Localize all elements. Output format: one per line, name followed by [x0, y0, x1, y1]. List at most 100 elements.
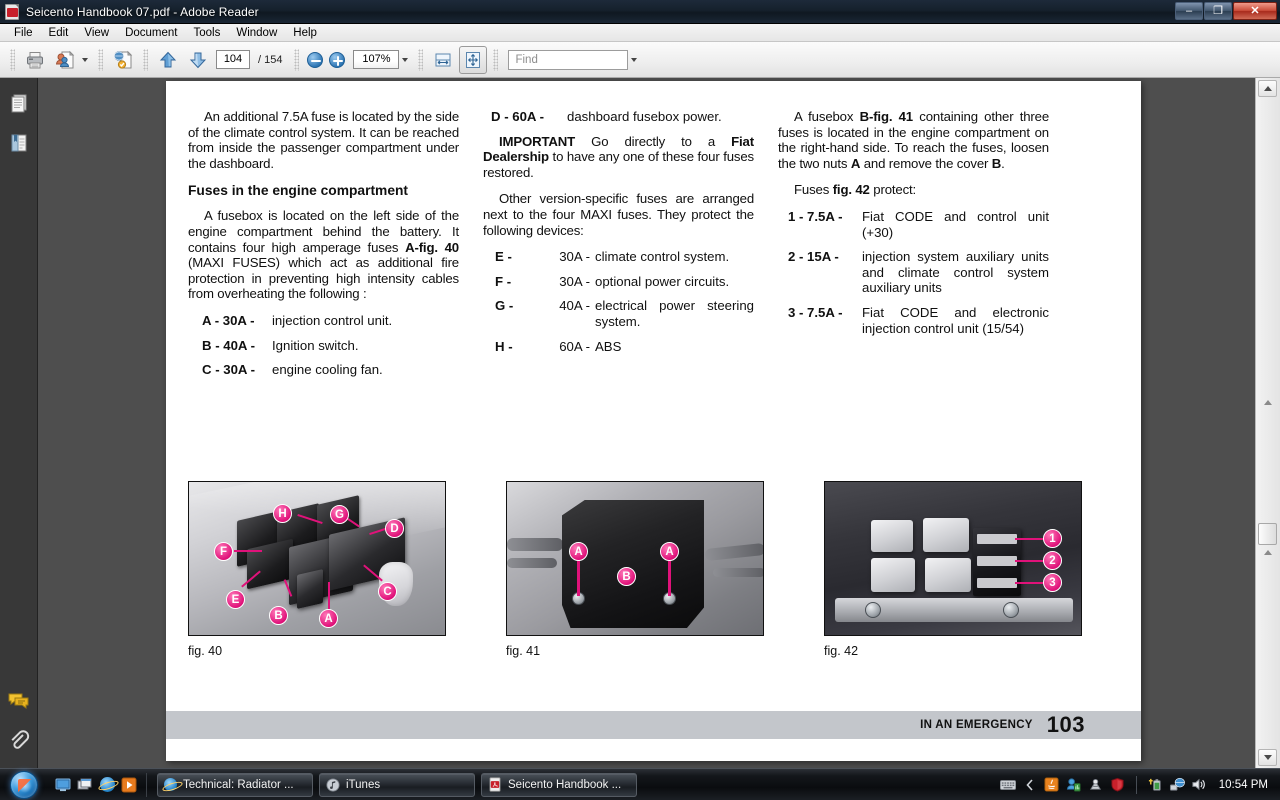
find-input[interactable]: Find	[508, 49, 629, 70]
power-battery-icon[interactable]	[1147, 777, 1163, 793]
arrow-down-icon	[189, 52, 207, 68]
email-document-button[interactable]	[51, 46, 79, 74]
share-document-icon	[55, 50, 75, 68]
fit-page-icon	[466, 51, 481, 68]
attach-web-document-icon	[113, 50, 133, 69]
taskbar-item-ie[interactable]: Technical: Radiator ...	[157, 772, 313, 797]
minimize-button[interactable]: –	[1175, 2, 1203, 20]
maximize-button[interactable]: ❐	[1204, 2, 1232, 20]
mcafee-shield-icon[interactable]	[1110, 777, 1126, 793]
internet-explorer-icon[interactable]	[98, 776, 116, 794]
menu-help[interactable]: Help	[285, 26, 325, 40]
menu-window[interactable]: Window	[228, 26, 285, 40]
show-desktop-icon[interactable]	[54, 776, 72, 794]
scroll-up-button[interactable]	[1258, 80, 1277, 97]
zoom-dropdown-caret[interactable]	[402, 57, 409, 62]
fuse-item: 2 - 15A - injection system auxiliary uni…	[778, 249, 1049, 296]
page-number-input[interactable]: 104	[216, 50, 250, 69]
fuse-item: 1 - 7.5A - Fiat CODE and control unit (+…	[778, 209, 1049, 240]
toolbar-grip[interactable]	[10, 48, 15, 71]
close-button[interactable]: ✕	[1233, 2, 1277, 20]
attach-web-document-button[interactable]	[109, 46, 137, 74]
start-button[interactable]	[2, 770, 46, 800]
vertical-scrollbar[interactable]	[1255, 78, 1280, 768]
fuse-desc: Fiat CODE and electronic injection contr…	[862, 304, 1049, 336]
toolbar-grip-4[interactable]	[294, 48, 300, 71]
scroll-prev-page-icon[interactable]	[1261, 398, 1274, 407]
col1-p2-c: (MAXI FUSES) which act as additional fir…	[188, 255, 459, 302]
fuse-key: 3 - 7.5A -	[788, 304, 843, 320]
attachments-panel-icon[interactable]	[6, 728, 32, 754]
menu-document[interactable]: Document	[117, 26, 185, 40]
comments-panel-icon[interactable]	[6, 688, 32, 714]
column-2: D - 60A - dashboard fusebox power. IMPOR…	[483, 109, 766, 387]
document-viewport[interactable]: An additional 7.5A fuse is located by th…	[38, 78, 1255, 768]
figure-41: A A B P4Q01032 fig. 41	[506, 481, 801, 658]
pages-panel-icon[interactable]	[6, 90, 32, 116]
zoom-out-button[interactable]	[307, 51, 324, 68]
toolbar-grip-2[interactable]	[98, 48, 103, 71]
taskbar-task-list: Technical: Radiator ... iTunes Seicento …	[147, 772, 637, 797]
col1-p2-bold: A-fig. 40	[405, 239, 459, 255]
figure-marker: A	[660, 542, 679, 561]
taskbar-item-adobe-reader[interactable]: Seicento Handbook ...	[481, 772, 637, 797]
figure-41-image: A A B P4Q01032	[506, 481, 764, 636]
print-button[interactable]	[21, 46, 49, 74]
toolbar-grip-6[interactable]	[493, 48, 499, 71]
column-1: An additional 7.5A fuse is located by th…	[188, 109, 471, 387]
fuse-key: F -	[495, 273, 512, 289]
col3-bold-fig41: B-fig. 41	[859, 109, 914, 124]
menu-file[interactable]: File	[6, 26, 41, 40]
scroll-down-button[interactable]	[1258, 749, 1277, 766]
network-monitor-icon[interactable]	[1066, 777, 1082, 793]
col3-p-d: .	[1001, 155, 1005, 171]
menu-tools[interactable]: Tools	[186, 26, 229, 40]
col3-intro-bold: fig. 42	[832, 182, 870, 198]
figure-marker: A	[569, 542, 588, 561]
fuse-desc: injection system auxiliary units and cli…	[862, 249, 1049, 296]
show-hidden-icons-icon[interactable]	[1022, 777, 1038, 793]
fuse-amp: 30A -	[559, 273, 590, 289]
fit-width-button[interactable]	[429, 46, 457, 74]
network-icon[interactable]	[1169, 777, 1185, 793]
next-page-button[interactable]	[184, 46, 212, 74]
bookmarks-panel-icon[interactable]	[6, 130, 32, 156]
toolbar-grip-5[interactable]	[418, 48, 424, 71]
scrollbar-thumb[interactable]	[1258, 523, 1277, 545]
fuse-desc: engine cooling fan.	[272, 362, 383, 378]
fuse-amp: 60A -	[559, 338, 590, 354]
fuse-key: A - 30A -	[202, 312, 255, 328]
menu-edit[interactable]: Edit	[41, 26, 77, 40]
fuse-desc: climate control system.	[595, 249, 730, 265]
zoom-in-button[interactable]	[329, 51, 346, 68]
fit-page-button[interactable]	[459, 45, 488, 74]
figure-marker: B	[269, 606, 288, 625]
switch-windows-icon[interactable]	[76, 776, 94, 794]
figure-marker: E	[226, 590, 245, 609]
figure-caption: fig. 40	[188, 644, 223, 658]
fusebox-cover	[562, 500, 704, 628]
taskbar-clock[interactable]: 10:54 PM	[1213, 779, 1272, 791]
fuse-item: C - 30A - engine cooling fan.	[188, 362, 459, 378]
fuse-desc: injection control unit.	[272, 312, 393, 328]
utility-icon[interactable]	[1088, 777, 1104, 793]
menu-view[interactable]: View	[76, 26, 117, 40]
java-icon[interactable]	[1044, 777, 1060, 793]
taskbar-item-itunes[interactable]: iTunes	[319, 772, 475, 797]
media-player-icon[interactable]	[120, 776, 138, 794]
previous-page-button[interactable]	[154, 46, 182, 74]
zoom-level-input[interactable]: 107%	[353, 50, 400, 69]
system-tray: 10:54 PM	[999, 772, 1280, 798]
page-footer-band: IN AN EMERGENCY 103	[166, 711, 1141, 739]
toolbar-grip-3[interactable]	[143, 48, 148, 71]
col3-paragraph: A fusebox B-fig. 41 containing other thr…	[778, 109, 1049, 171]
volume-icon[interactable]	[1191, 777, 1207, 793]
email-dropdown-caret[interactable]	[82, 57, 88, 62]
col3-p-c: and remove the cover	[860, 155, 992, 171]
scroll-next-page-icon[interactable]	[1261, 548, 1274, 557]
keyboard-icon[interactable]	[999, 777, 1016, 793]
taskbar-item-label: Technical: Radiator ...	[183, 778, 294, 791]
find-dropdown-caret[interactable]	[631, 57, 638, 62]
fuse-key: C - 30A -	[202, 362, 256, 378]
fuse-key: G -	[495, 298, 514, 314]
